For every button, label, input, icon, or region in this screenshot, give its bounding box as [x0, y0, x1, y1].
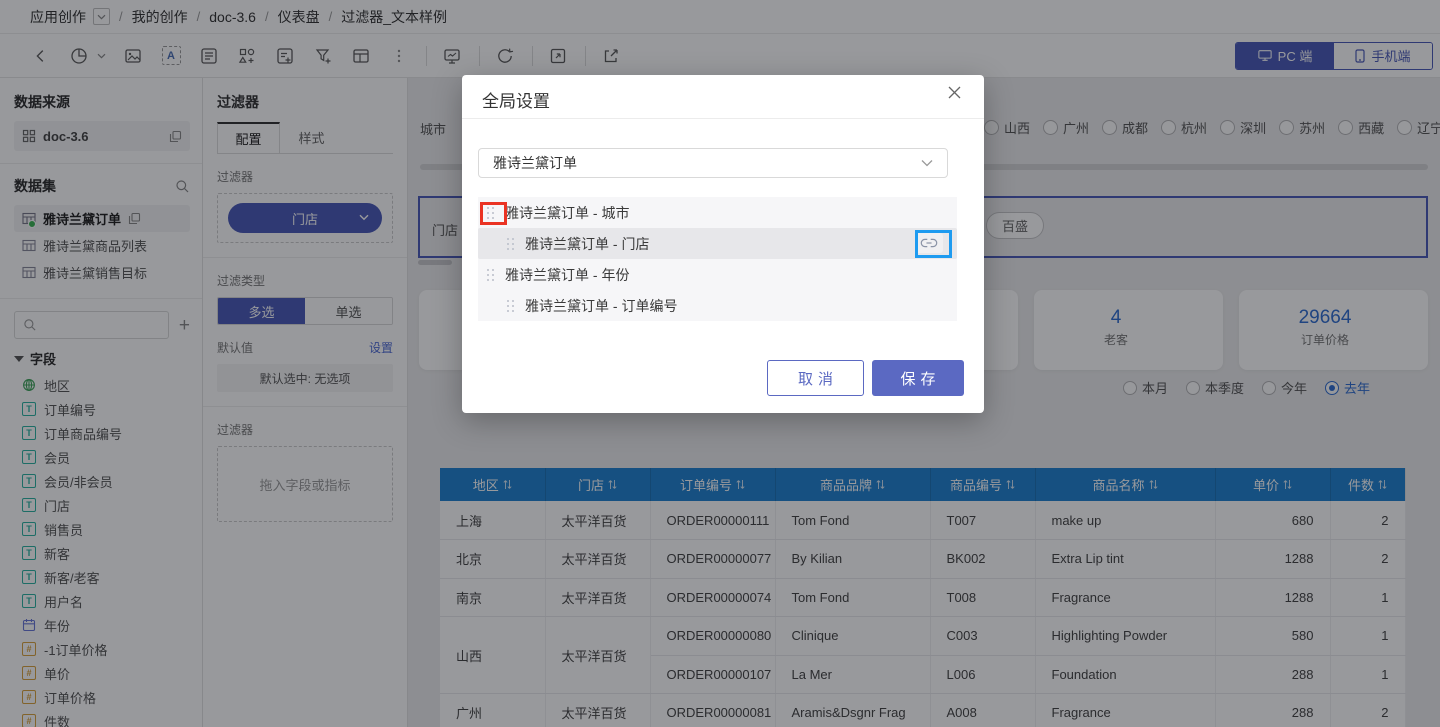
link-item-orderno[interactable]: 雅诗兰黛订单 - 订单编号	[478, 290, 957, 321]
cancel-button[interactable]: 取消	[767, 360, 864, 396]
link-item-city[interactable]: 雅诗兰黛订单 - 城市	[478, 197, 957, 228]
app-window: 应用创作 / 我的创作 / doc-3.6 / 仪表盘 / 过滤器_文本样例 A	[0, 0, 1440, 727]
dataset-select[interactable]: 雅诗兰黛订单	[478, 148, 948, 178]
drag-handle-icon[interactable]	[507, 300, 515, 312]
global-settings-modal: 全局设置 雅诗兰黛订单 雅诗兰黛订单 - 城市 雅诗兰黛订单 - 门店	[462, 75, 984, 413]
chevron-down-icon	[921, 159, 933, 167]
link-item-store[interactable]: 雅诗兰黛订单 - 门店	[478, 228, 957, 259]
drag-handle-icon[interactable]	[507, 238, 515, 250]
modal-title: 全局设置	[482, 87, 550, 112]
link-item-year[interactable]: 雅诗兰黛订单 - 年份	[478, 259, 957, 290]
save-button[interactable]: 保存	[872, 360, 964, 396]
annotation-red-box	[480, 202, 507, 225]
drag-handle-icon[interactable]	[487, 269, 495, 281]
close-icon	[947, 85, 962, 100]
close-button[interactable]	[947, 85, 962, 103]
annotation-blue-box	[915, 230, 952, 258]
filter-link-list: 雅诗兰黛订单 - 城市 雅诗兰黛订单 - 门店 雅诗兰黛订单 - 年份 雅诗兰黛…	[478, 197, 957, 321]
